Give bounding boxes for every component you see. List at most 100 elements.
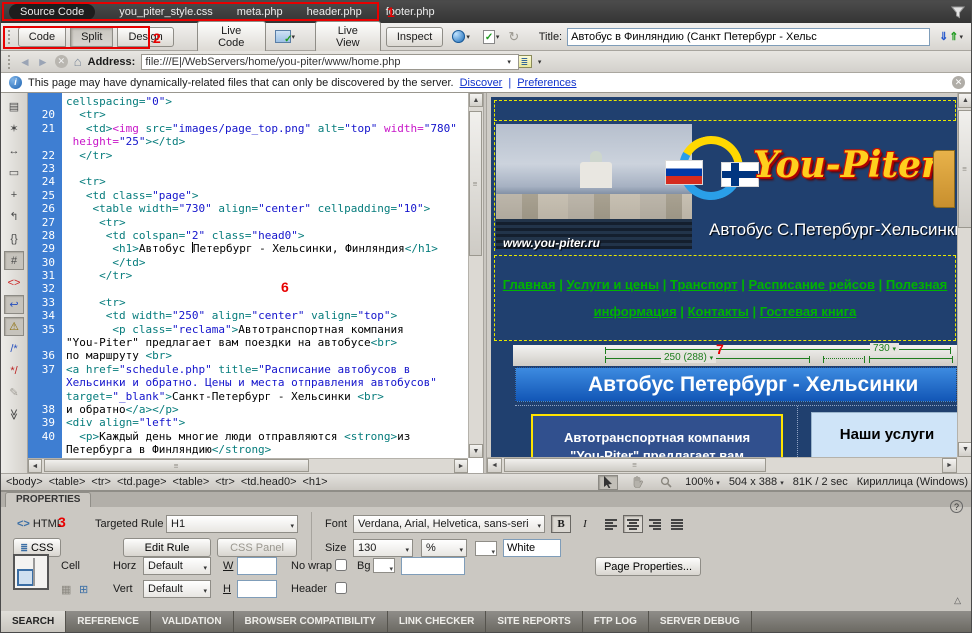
- inspect-button[interactable]: Inspect: [386, 27, 443, 47]
- stop-icon[interactable]: ✕: [55, 55, 68, 68]
- code-line[interactable]: <td class="page">: [62, 189, 198, 202]
- design-horizontal-scrollbar[interactable]: ◄ ≡ ►: [487, 457, 957, 473]
- collapse-full-tag-icon[interactable]: ↔: [4, 141, 24, 160]
- edit-rule-button[interactable]: Edit Rule: [123, 538, 211, 557]
- zoom-level-dropdown[interactable]: 100% ▾: [685, 476, 720, 488]
- design-nav-link[interactable]: Главная: [503, 277, 556, 292]
- code-line[interactable]: Петербурга в Финляндию</strong>: [62, 443, 271, 456]
- size-dropdown[interactable]: 130▾: [353, 539, 413, 557]
- code-line[interactable]: cellspacing="0">: [62, 95, 172, 108]
- design-view-pane[interactable]: www.you-piter.ru You-Piter Автобус С.Пет…: [487, 93, 972, 473]
- word-wrap-icon[interactable]: ↩: [4, 295, 24, 314]
- scrollbar-thumb[interactable]: ≡: [504, 458, 766, 472]
- panel-tab-search[interactable]: SEARCH: [1, 611, 66, 633]
- select-tool-icon[interactable]: [598, 475, 618, 490]
- preview-in-browser-icon[interactable]: ▾: [448, 27, 474, 46]
- toolbar-grip[interactable]: [7, 29, 11, 45]
- bold-button[interactable]: B: [551, 515, 571, 533]
- check-browser-compatibility-icon[interactable]: ✓▾: [479, 27, 504, 47]
- page-top-table-row[interactable]: [494, 100, 956, 121]
- expand-all-icon[interactable]: +: [4, 185, 24, 204]
- forward-icon[interactable]: ►: [37, 55, 49, 69]
- tag-selector-item[interactable]: <tr>: [91, 476, 111, 488]
- code-line[interactable]: <td colspan="2" class="head0">: [62, 229, 304, 242]
- code-horizontal-scrollbar[interactable]: ◄ ≡ ►: [28, 458, 468, 473]
- panel-tab-validation[interactable]: VALIDATION: [151, 611, 234, 633]
- scroll-up-icon[interactable]: ▲: [469, 93, 483, 107]
- hand-tool-icon[interactable]: [627, 475, 647, 490]
- code-line[interactable]: [62, 162, 66, 175]
- header-checkbox[interactable]: [335, 582, 347, 594]
- text-color-swatch[interactable]: [475, 541, 497, 556]
- text-color-input[interactable]: [503, 539, 561, 557]
- panel-tab-link-checker[interactable]: LINK CHECKER: [388, 611, 487, 633]
- filter-icon[interactable]: [951, 6, 965, 19]
- related-file-header.php[interactable]: header.php: [307, 6, 362, 18]
- code-line[interactable]: </tr>: [62, 149, 112, 162]
- help-icon[interactable]: ?: [950, 500, 963, 513]
- scrollbar-thumb[interactable]: ≡: [44, 459, 309, 472]
- remove-comment-icon[interactable]: */: [4, 361, 24, 380]
- toolbar-grip[interactable]: [7, 54, 11, 70]
- window-size-dropdown[interactable]: 504 x 388 ▾: [729, 476, 784, 488]
- code-line[interactable]: <p class="reclama">Автотранспортная комп…: [62, 323, 404, 336]
- live-view-options-icon[interactable]: ✓▾: [271, 27, 300, 46]
- zoom-tool-icon[interactable]: [656, 475, 676, 490]
- vert-dropdown[interactable]: Default▾: [143, 580, 211, 598]
- italic-button[interactable]: I: [575, 515, 595, 533]
- syntax-error-alerts-icon[interactable]: ⚠: [4, 317, 24, 336]
- page-heading-banner[interactable]: Автобус Петербург - Хельсинки: [515, 367, 957, 402]
- tag-selector-item[interactable]: <td.page>: [117, 476, 167, 488]
- code-line[interactable]: <p>Каждый день многие люди отправляются …: [62, 430, 410, 443]
- code-line[interactable]: <tr>: [62, 296, 126, 309]
- design-nav-link[interactable]: Расписание рейсов: [749, 277, 875, 292]
- promo-box[interactable]: Автотранспортная компания "You-Piter" пр…: [531, 414, 783, 457]
- address-dropdown-icon[interactable]: ▾: [507, 58, 511, 66]
- related-file-footer.php[interactable]: footer.php: [386, 6, 435, 18]
- home-icon[interactable]: ⌂: [74, 54, 82, 69]
- design-view-button[interactable]: Design: [117, 27, 173, 47]
- bg-color-swatch[interactable]: [373, 558, 395, 573]
- code-line[interactable]: target="_blank">Санкт-Петербург - Хельси…: [62, 390, 384, 403]
- height-input[interactable]: [237, 580, 277, 598]
- tag-selector-item[interactable]: <tr>: [215, 476, 235, 488]
- design-nav-link[interactable]: Услуги и цены: [567, 277, 660, 292]
- panel-tab-site-reports[interactable]: SITE REPORTS: [486, 611, 582, 633]
- tag-selector-item[interactable]: <table>: [49, 476, 86, 488]
- discover-link[interactable]: Discover: [460, 77, 503, 89]
- code-line[interactable]: Хельсинки и обратно. Цены и места отправ…: [62, 376, 437, 389]
- panel-tab-server-debug[interactable]: SERVER DEBUG: [649, 611, 752, 633]
- code-lines[interactable]: cellspacing="0">20 <tr>21 <td><img src="…: [28, 95, 468, 458]
- align-center-icon[interactable]: [623, 515, 643, 533]
- format-source-code-icon[interactable]: ✎: [4, 383, 24, 402]
- horz-dropdown[interactable]: Default▾: [143, 557, 211, 575]
- more-tools-icon[interactable]: ≫: [5, 405, 24, 425]
- file-management-icon[interactable]: ⇓⇑▾: [935, 27, 967, 46]
- code-line[interactable]: <div align="left">: [62, 416, 185, 429]
- align-right-icon[interactable]: [645, 515, 665, 533]
- code-line[interactable]: <h1>Автобус Петербург - Хельсинки, Финля…: [62, 242, 438, 255]
- design-nav-link[interactable]: Гостевая книга: [760, 304, 857, 319]
- code-line[interactable]: [62, 282, 66, 295]
- site-header[interactable]: www.you-piter.ru You-Piter Автобус С.Пет…: [494, 122, 957, 251]
- scroll-down-icon[interactable]: ▼: [958, 442, 972, 457]
- live-code-button[interactable]: Live Code: [197, 21, 266, 53]
- live-view-button[interactable]: Live View: [315, 21, 381, 53]
- align-left-icon[interactable]: [601, 515, 621, 533]
- ruler-label-730[interactable]: 730 ▾: [870, 343, 899, 354]
- panel-tab-reference[interactable]: REFERENCE: [66, 611, 151, 633]
- code-view-button[interactable]: Code: [18, 27, 66, 47]
- related-file-you_piter_style.css[interactable]: you_piter_style.css: [119, 6, 213, 18]
- source-code-tab[interactable]: Source Code: [9, 4, 95, 20]
- design-nav-link[interactable]: Контакты: [688, 304, 749, 319]
- scrollbar-thumb[interactable]: ≡: [958, 110, 972, 228]
- code-editor-pane[interactable]: cellspacing="0">20 <tr>21 <td><img src="…: [28, 93, 483, 473]
- no-wrap-checkbox[interactable]: [335, 559, 347, 571]
- targeted-rule-dropdown[interactable]: H1▾: [166, 515, 298, 533]
- font-dropdown[interactable]: Verdana, Arial, Helvetica, sans-serif▾: [353, 515, 545, 533]
- design-vertical-scrollbar[interactable]: ▲ ≡ ▼: [957, 93, 972, 457]
- open-documents-icon[interactable]: ▤: [4, 97, 24, 116]
- code-line[interactable]: <td width="250" align="center" valign="t…: [62, 309, 397, 322]
- css-panel-button[interactable]: CSS Panel: [217, 538, 297, 557]
- design-nav-link[interactable]: Транспорт: [670, 277, 738, 292]
